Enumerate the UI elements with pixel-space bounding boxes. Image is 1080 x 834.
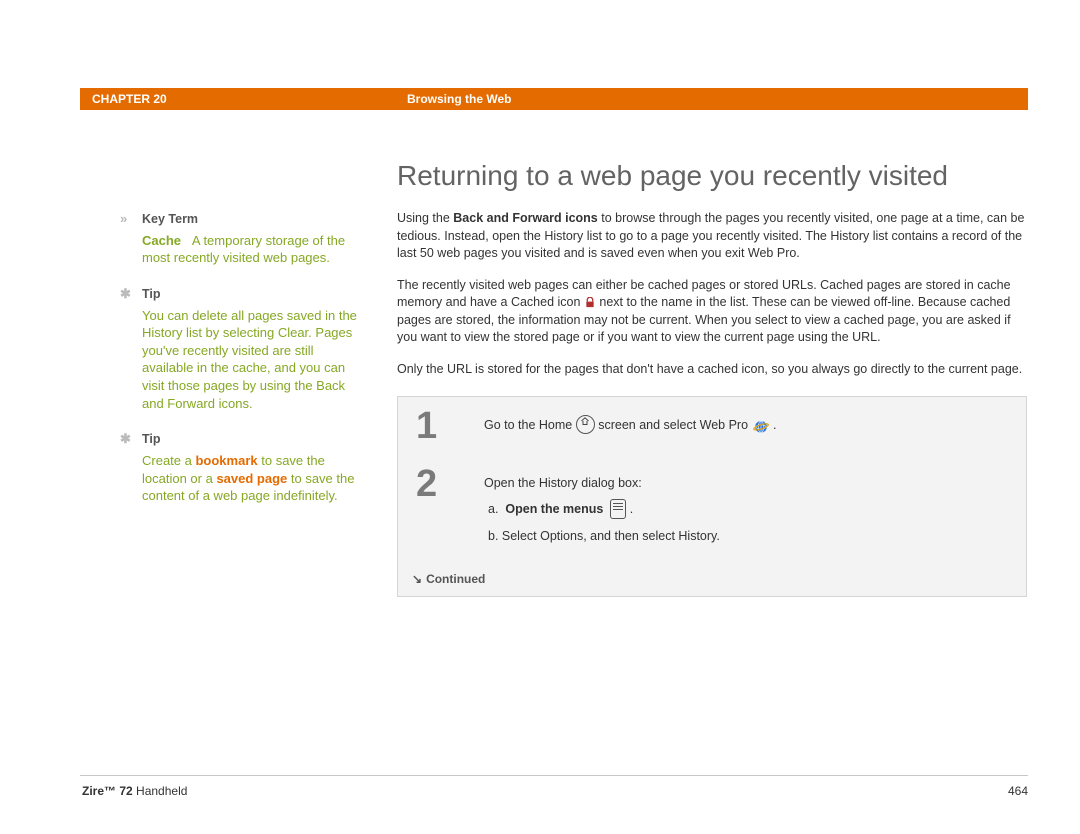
product-name: Zire™ 72 Handheld — [82, 784, 187, 798]
tip-body-1: You can delete all pages saved in the Hi… — [120, 307, 360, 412]
asterisk-icon: ✱ — [120, 285, 136, 303]
key-term-icon: » — [120, 210, 136, 228]
sidebar: » Key Term Cache A temporary storage of t… — [120, 210, 360, 523]
paragraph-1: Using the Back and Forward icons to brow… — [397, 210, 1027, 263]
continued-row: ↘ Continued — [398, 562, 1026, 596]
step2-sub-b: b. Select Options, and then select Histo… — [488, 526, 1012, 546]
back-forward-icons-ref: Back and Forward icons — [453, 211, 597, 225]
tip-heading-2: ✱ Tip — [120, 430, 360, 448]
key-term-block: » Key Term Cache A temporary storage of t… — [120, 210, 360, 267]
tip2-prefix: Create a — [142, 453, 195, 468]
paragraph-3: Only the URL is stored for the pages tha… — [397, 361, 1027, 379]
key-term-heading: » Key Term — [120, 210, 360, 228]
key-term-body: Cache A temporary storage of the most re… — [120, 232, 360, 267]
chapter-label: CHAPTER 20 — [80, 88, 407, 110]
step-row-1: 1 Go to the Home screen and select Web P… — [398, 397, 1026, 455]
step-number-1: 1 — [398, 397, 470, 455]
tip-block-2: ✱ Tip Create a bookmark to save the locat… — [120, 430, 360, 505]
main-content: Returning to a web page you recently vis… — [397, 160, 1027, 597]
step2-sub-a: a. Open the menus . — [488, 499, 1012, 520]
key-term-heading-text: Key Term — [142, 212, 198, 226]
paragraph-2: The recently visited web pages can eithe… — [397, 277, 1027, 347]
page-title: Returning to a web page you recently vis… — [397, 160, 1027, 192]
bookmark-link[interactable]: bookmark — [195, 453, 257, 468]
tip-heading-1: ✱ Tip — [120, 285, 360, 303]
section-title: Browsing the Web — [407, 88, 511, 110]
cached-lock-icon — [584, 297, 596, 308]
step-row-2: 2 Open the History dialog box: a. Open t… — [398, 455, 1026, 562]
continued-arrow-icon: ↘ — [412, 572, 422, 586]
chapter-header: CHAPTER 20 Browsing the Web — [80, 88, 1028, 110]
open-menus-link[interactable]: Open the menus — [505, 502, 603, 516]
continued-label: Continued — [426, 572, 485, 586]
footer: Zire™ 72 Handheld 464 — [82, 784, 1028, 798]
home-icon — [576, 415, 595, 434]
footer-rule — [80, 775, 1028, 776]
menu-icon — [610, 499, 626, 519]
web-pro-globe-icon — [752, 417, 770, 435]
saved-page-link[interactable]: saved page — [216, 471, 287, 486]
step-body-1: Go to the Home screen and select Web Pro… — [470, 397, 1026, 455]
asterisk-icon: ✱ — [120, 430, 136, 448]
step-body-2: Open the History dialog box: a. Open the… — [470, 455, 1026, 562]
tip-heading-text-2: Tip — [142, 432, 161, 446]
tip-block-1: ✱ Tip You can delete all pages saved in t… — [120, 285, 360, 412]
steps-box: 1 Go to the Home screen and select Web P… — [397, 396, 1027, 597]
step-number-2: 2 — [398, 455, 470, 562]
key-term-word: Cache — [142, 233, 181, 248]
tip-heading-text-1: Tip — [142, 287, 161, 301]
tip-body-2: Create a bookmark to save the location o… — [120, 452, 360, 505]
page-number: 464 — [1008, 784, 1028, 798]
step2-intro: Open the History dialog box: — [484, 473, 1012, 493]
